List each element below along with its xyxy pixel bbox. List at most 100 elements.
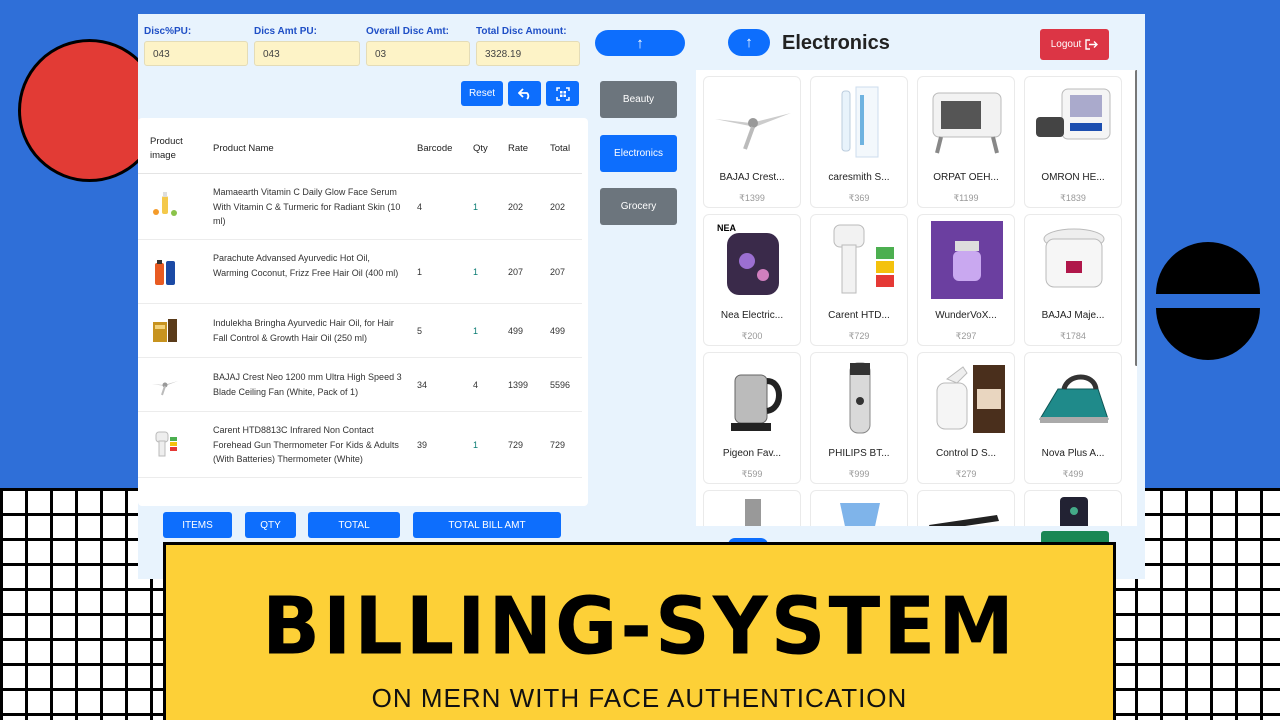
product-name: BAJAJ Maje... — [1041, 310, 1105, 321]
overall-disc-field: Overall Disc Amt: 03 — [366, 26, 470, 66]
category-beauty[interactable]: Beauty — [600, 81, 677, 118]
row-total: 499 — [550, 326, 566, 336]
product-price: ₹279 — [955, 469, 977, 479]
product-card[interactable] — [810, 490, 908, 526]
product-name: PHILIPS BT... — [828, 448, 890, 459]
disc-percent-input[interactable]: 043 — [144, 41, 248, 66]
product-card[interactable]: Control D S... ₹279 — [917, 352, 1015, 484]
product-card[interactable]: WunderVoX... ₹297 — [917, 214, 1015, 346]
reset-button[interactable]: Reset — [461, 81, 503, 106]
table-row[interactable]: BAJAJ Crest Neo 1200 mm Ultra High Speed… — [138, 358, 582, 412]
row-rate: 207 — [508, 267, 524, 277]
row-qty[interactable]: 1 — [473, 267, 478, 277]
svg-text:NEA: NEA — [717, 223, 737, 233]
qty-total-button[interactable]: QTY — [245, 512, 296, 538]
overall-disc-label: Overall Disc Amt: — [366, 26, 449, 37]
product-price: ₹200 — [741, 331, 763, 341]
product-card[interactable]: BAJAJ Maje... ₹1784 — [1024, 214, 1122, 346]
total-button[interactable]: TOTAL — [308, 512, 400, 538]
product-price: ₹729 — [848, 331, 870, 341]
products-scroll-up-button[interactable]: ↑ — [728, 29, 770, 56]
table-row[interactable]: Parachute Advansed Ayurvedic Hot Oil, Wa… — [138, 240, 582, 304]
row-barcode: 39 — [417, 440, 428, 450]
product-name: Nova Plus A... — [1041, 448, 1105, 459]
row-rate: 1399 — [508, 380, 529, 390]
arrow-up-icon: ↑ — [745, 34, 753, 51]
product-name: Nea Electric... — [720, 310, 784, 321]
row-barcode: 4 — [417, 202, 423, 212]
product-card[interactable]: PHILIPS BT... ₹999 — [810, 352, 908, 484]
product-card[interactable]: ORPAT OEH... ₹1199 — [917, 76, 1015, 208]
thermometer-image — [833, 224, 894, 294]
col-product-name: Product Name — [213, 143, 274, 154]
product-card[interactable] — [917, 490, 1015, 526]
scroll-up-button[interactable]: ↑ — [595, 30, 685, 56]
col-rate: Rate — [508, 143, 529, 154]
row-total: 202 — [550, 202, 566, 212]
col-qty: Qty — [473, 143, 488, 154]
row-product-name: BAJAJ Crest Neo 1200 mm Ultra High Speed… — [213, 372, 402, 397]
row-product-name: Parachute Advansed Ayurvedic Hot Oil, Wa… — [213, 253, 399, 278]
category-grocery[interactable]: Grocery — [600, 188, 677, 225]
qr-scan-icon — [555, 86, 570, 101]
remote-device-image — [1060, 497, 1088, 526]
room-heater-image — [932, 92, 1002, 154]
disc-percent-label: Disc%PU: — [144, 26, 192, 37]
row-qty[interactable]: 4 — [473, 380, 478, 390]
row-barcode: 34 — [417, 380, 428, 390]
disc-amount-pu-input[interactable]: 043 — [254, 41, 360, 66]
row-total: 729 — [550, 440, 566, 450]
items-total-button[interactable]: ITEMS — [163, 512, 232, 538]
mosquito-lamp-image — [931, 221, 1003, 299]
row-qty[interactable]: 1 — [473, 202, 478, 212]
row-rate: 729 — [508, 440, 524, 450]
ceiling-fan-image — [715, 113, 791, 150]
product-card[interactable]: caresmith S... ₹369 — [810, 76, 908, 208]
category-electronics[interactable]: Electronics — [600, 135, 677, 172]
row-qty[interactable]: 1 — [473, 326, 478, 336]
half-circle-top-decoration — [1156, 242, 1260, 294]
row-product-name: Mamaearth Vitamin C Daily Glow Face Seru… — [213, 187, 401, 226]
product-name: Pigeon Fav... — [722, 448, 782, 459]
total-bill-amount-button[interactable]: TOTAL BILL AMT — [413, 512, 561, 538]
serum-bottle-thumbnail — [153, 192, 177, 216]
hair-oil-box-thumbnail — [153, 319, 177, 342]
bill-table-header: Product image Product Name Barcode Qty R… — [138, 118, 582, 174]
product-card[interactable] — [1024, 490, 1122, 526]
bill-table: Product image Product Name Barcode Qty R… — [138, 118, 588, 506]
table-row[interactable]: Mamaearth Vitamin C Daily Glow Face Seru… — [138, 174, 582, 240]
undo-button[interactable] — [508, 81, 541, 106]
ceiling-fan-thumbnail — [152, 381, 178, 396]
row-total: 5596 — [550, 380, 571, 390]
rice-cooker-image — [1043, 228, 1105, 288]
product-card[interactable]: OMRON HE... ₹1839 — [1024, 76, 1122, 208]
product-name: OMRON HE... — [1041, 172, 1105, 183]
product-card[interactable]: NEA Nea Electric... ₹200 — [703, 214, 801, 346]
products-grid: BAJAJ Crest... ₹1399 caresmith S... ₹369… — [696, 70, 1137, 526]
product-card[interactable]: Pigeon Fav... ₹599 — [703, 352, 801, 484]
row-rate: 202 — [508, 202, 524, 212]
product-name: ORPAT OEH... — [933, 172, 999, 183]
row-qty[interactable]: 1 — [473, 440, 478, 450]
product-name: Carent HTD... — [828, 310, 890, 321]
title-banner: BILLING-SYSTEM ON MERN WITH FACE AUTHENT… — [163, 542, 1116, 720]
overall-disc-input[interactable]: 03 — [366, 41, 470, 66]
scan-button[interactable] — [546, 81, 579, 106]
logout-button[interactable]: Logout — [1040, 29, 1109, 60]
half-circle-bottom-decoration — [1156, 308, 1260, 360]
logout-icon — [1085, 39, 1099, 50]
disc-percent-field: Disc%PU: 043 — [144, 26, 248, 66]
total-disc-field: Total Disc Amount: 3328.19 — [476, 26, 580, 66]
product-card[interactable] — [703, 490, 801, 526]
product-card[interactable]: BAJAJ Crest... ₹1399 — [703, 76, 801, 208]
table-row[interactable]: Carent HTD8813C Infrared Non Contact For… — [138, 412, 582, 478]
product-card[interactable]: Nova Plus A... ₹499 — [1024, 352, 1122, 484]
product-price: ₹1399 — [739, 193, 765, 203]
table-row[interactable]: Indulekha Bringha Ayurvedic Hair Oil, fo… — [138, 304, 582, 358]
total-disc-input[interactable]: 3328.19 — [476, 41, 580, 66]
product-price: ₹1839 — [1060, 193, 1086, 203]
row-barcode: 1 — [417, 267, 423, 277]
toothbrush-image — [841, 86, 879, 158]
products-scrollbar[interactable] — [1135, 70, 1137, 366]
product-card[interactable]: Carent HTD... ₹729 — [810, 214, 908, 346]
